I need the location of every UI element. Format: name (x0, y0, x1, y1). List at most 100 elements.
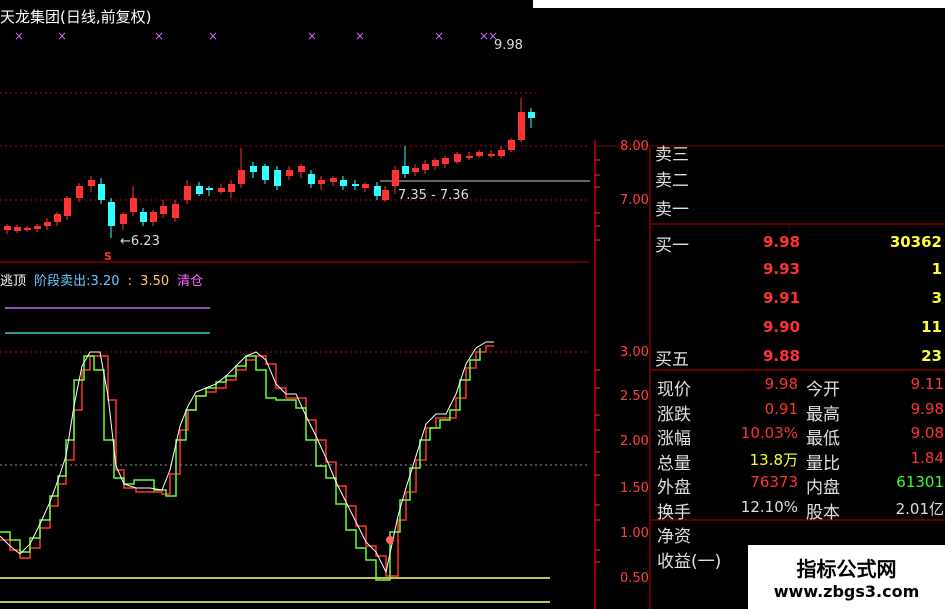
candle-body (298, 166, 305, 172)
buy-signal-marker (386, 536, 394, 544)
candle-body (172, 204, 179, 218)
watermark-title: 指标公式网 (796, 557, 897, 581)
ind-tick-2: 2.00 (620, 434, 649, 449)
candle-body (374, 186, 381, 196)
buy-price: 9.90 (763, 318, 801, 336)
candle-body (308, 174, 315, 184)
stat-value: 0.91 (764, 399, 798, 418)
stat-label: 净资 (657, 527, 691, 547)
candle-body (238, 170, 245, 184)
candle-body (498, 150, 505, 156)
candle-body (362, 184, 369, 188)
indicator-name: 逃顶 (0, 274, 27, 289)
kline-chart[interactable]: × × × × × × × ×× (0, 0, 945, 609)
stat-value: 9.11 (910, 375, 944, 393)
candle-body (196, 186, 203, 194)
candle-body (4, 226, 11, 230)
stat-label: 涨幅 (657, 429, 691, 449)
buy-price: 9.91 (763, 289, 801, 307)
candle-body (130, 198, 137, 212)
signal-marks: × × × × × × × ×× (14, 29, 498, 43)
stat-label: 股本 (806, 502, 840, 523)
watermark: 指标公式网 www.zbgs3.com (748, 545, 945, 609)
candle-body (64, 198, 71, 216)
candle-body (422, 164, 429, 170)
indicator-v2: 3.50 (140, 274, 170, 289)
stat-label: 内盘 (806, 478, 840, 498)
ind-tick-0.5: 0.50 (620, 571, 649, 586)
stat-label: 涨跌 (657, 404, 691, 425)
buy-volume: 23 (921, 347, 942, 365)
stat-value: 13.8万 (749, 450, 798, 469)
candle-body (318, 180, 325, 184)
stat-label: 量比 (806, 453, 840, 474)
indicator-v1: 3.20 (90, 274, 120, 289)
signal-x-mark: × (57, 29, 67, 43)
ind-tick-3: 3.00 (620, 345, 649, 360)
candle-body (98, 184, 105, 200)
price-tick-7: 7.00 (620, 193, 649, 208)
buy-volume: 3 (931, 289, 942, 307)
candle-body (528, 112, 535, 118)
signal-x-mark: × (307, 29, 317, 43)
candle-body (286, 170, 293, 176)
buy-volume: 1 (931, 260, 942, 278)
candle-body (206, 188, 213, 190)
ind-tick-1.5: 1.50 (620, 481, 649, 496)
sell-row-label: 卖一 (655, 200, 689, 220)
sell-row-label: 卖二 (655, 171, 689, 191)
high-price-label: 9.98 (494, 38, 523, 53)
indicator-step-green (0, 348, 481, 581)
candle-body (44, 222, 51, 226)
candle-body (76, 186, 83, 198)
candle-body (340, 180, 347, 186)
buy-price: 9.98 (763, 233, 801, 251)
stat-value: 61301 (896, 473, 944, 491)
candle-body (34, 226, 41, 229)
band-label: 7.35 - 7.36 (398, 188, 469, 203)
low-price-label: ←6.23 (120, 234, 160, 249)
stat-value: 9.08 (910, 424, 944, 442)
stat-label: 总量 (657, 453, 691, 474)
stat-label: 换手 (657, 502, 691, 523)
buy-row-label: 买一 (655, 236, 689, 256)
candle-body (274, 170, 281, 186)
candle-body (412, 168, 419, 172)
candle-body (14, 227, 21, 231)
candle-body (466, 156, 473, 158)
candles (4, 98, 535, 238)
stat-value: 1.84 (910, 448, 944, 467)
candle-body (24, 228, 31, 230)
candle-body (442, 158, 449, 164)
candle-body (120, 214, 127, 224)
candle-body (432, 160, 439, 166)
candle-body (508, 140, 515, 150)
stock-title: 天龙集团(日线,前复权) (0, 6, 152, 27)
indicator-sep: : (127, 274, 133, 289)
signal-x-mark: × (14, 29, 24, 43)
stat-value: 76373 (750, 473, 798, 491)
buy-volume: 11 (921, 318, 942, 336)
signal-x-mark: × (434, 29, 444, 43)
candle-body (488, 154, 495, 156)
candle-body (518, 112, 525, 140)
watermark-url: www.zbgs3.com (773, 582, 920, 601)
candle-body (140, 212, 147, 222)
stat-value: 2.01亿 (895, 499, 944, 518)
candle-body (54, 214, 61, 222)
buy-price: 9.88 (763, 347, 801, 365)
candle-body (108, 202, 115, 226)
candle-body (476, 152, 483, 156)
candle-body (218, 188, 225, 192)
stat-label: 最低 (806, 429, 840, 449)
sell-row-label: 卖三 (655, 145, 689, 165)
stat-value: 12.10% (740, 497, 798, 516)
buy-row-label: 买五 (655, 350, 689, 370)
stat-value: 10.03% (740, 424, 798, 442)
indicator-item: 阶段卖出: (34, 274, 91, 289)
candle-body (228, 184, 235, 192)
stat-label: 收益(一) (657, 551, 722, 572)
candle-body (160, 206, 167, 214)
buy-price: 9.93 (763, 260, 801, 278)
candle-body (402, 166, 409, 174)
